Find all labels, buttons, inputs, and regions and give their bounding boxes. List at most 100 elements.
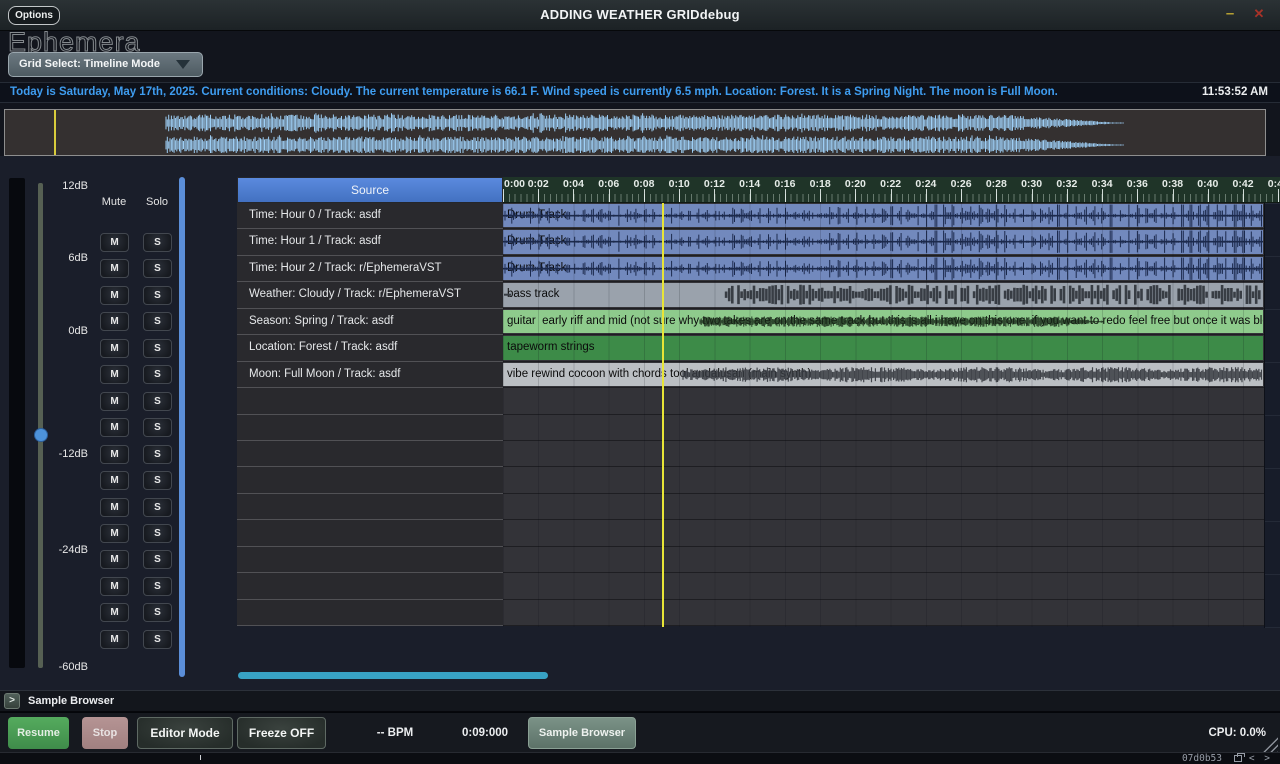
mute-button[interactable]: M [100,312,129,331]
mute-button[interactable]: M [100,630,129,649]
close-button[interactable]: ✕ [1249,3,1269,25]
ruler-major-tick [926,189,927,202]
audio-clip[interactable]: bass track [503,283,1263,306]
solo-button[interactable]: S [143,630,172,649]
solo-button[interactable]: S [143,550,172,569]
mute-button[interactable]: M [100,418,129,437]
track-name-row[interactable]: Weather: Cloudy / Track: r/EphemeraVST [237,282,503,308]
mute-button[interactable]: M [100,365,129,384]
timeline-row[interactable] [503,573,1264,599]
stop-button[interactable]: Stop [82,717,128,749]
mute-button[interactable]: M [100,286,129,305]
mute-button[interactable]: M [100,445,129,464]
track-name-row[interactable]: Time: Hour 1 / Track: asdf [237,229,503,255]
track-name-row[interactable]: Time: Hour 2 / Track: r/EphemeraVST [237,256,503,282]
clip-label: guitar early riff and mid (not sure why … [507,310,1263,333]
timeline-row[interactable]: Drum Track [503,203,1264,229]
window-restore-icon[interactable] [1234,755,1242,762]
solo-button[interactable]: S [143,233,172,252]
ruler-major-tick [961,189,962,202]
mute-button[interactable]: M [100,339,129,358]
audio-clip[interactable]: tapeworm strings [503,336,1263,359]
overview-playhead [54,110,56,155]
grid-select-dropdown[interactable]: Grid Select: Timeline Mode [8,52,203,77]
track-name-row-empty[interactable] [237,573,503,599]
track-name-row-empty[interactable] [237,467,503,493]
horizontal-scrollbar[interactable] [238,672,548,679]
track-name-row-empty[interactable] [237,547,503,573]
timeline-row[interactable] [503,600,1264,626]
solo-button[interactable]: S [143,524,172,543]
track-name-row-empty[interactable] [237,441,503,467]
audio-clip[interactable]: Drum Track [503,257,1263,280]
vertical-scrollbar[interactable] [179,177,185,677]
mute-button[interactable]: M [100,550,129,569]
track-name-row-empty[interactable] [237,600,503,626]
timeline-row[interactable]: guitar early riff and mid (not sure why … [503,309,1264,335]
ruler-time-label: 0:12 [700,178,728,190]
sample-browser-button[interactable]: Sample Browser [528,717,636,749]
audio-clip[interactable]: guitar early riff and mid (not sure why … [503,310,1263,333]
timeline-row[interactable] [503,415,1264,441]
timeline-row[interactable] [503,547,1264,573]
mute-button[interactable]: M [100,233,129,252]
waveform-graphic [503,257,1263,280]
solo-button[interactable]: S [143,286,172,305]
ruler-major-tick [1208,189,1209,202]
freeze-button[interactable]: Freeze OFF [237,717,326,749]
editor-mode-button[interactable]: Editor Mode [137,717,233,749]
expand-panel-button[interactable]: > [4,693,20,709]
mute-button[interactable]: M [100,577,129,596]
timeline-grid: 0:000:020:040:060:080:100:120:140:160:18… [503,177,1280,628]
audio-clip[interactable]: Drum Track [503,204,1263,227]
timeline-row[interactable]: vibe rewind cocoon with chords tool anda… [503,362,1264,388]
timeline-row[interactable] [503,520,1264,546]
audio-clip[interactable]: Drum Track [503,230,1263,253]
mute-button[interactable]: M [100,259,129,278]
code-brackets-icon[interactable]: < > [1249,753,1272,764]
timeline-ruler[interactable]: 0:000:020:040:060:080:100:120:140:160:18… [503,177,1280,203]
timeline-row[interactable] [503,494,1264,520]
audio-clip[interactable]: vibe rewind cocoon with chords tool anda… [503,363,1263,386]
solo-button[interactable]: S [143,312,172,331]
timeline-row[interactable] [503,388,1264,414]
mute-button[interactable]: M [100,471,129,490]
solo-button[interactable]: S [143,259,172,278]
mute-button[interactable]: M [100,603,129,622]
track-name-row-empty[interactable] [237,520,503,546]
solo-button[interactable]: S [143,498,172,517]
timeline-row[interactable]: bass track [503,282,1264,308]
timeline-row[interactable] [503,441,1264,467]
track-name-row[interactable]: Season: Spring / Track: asdf [237,309,503,335]
timeline-row[interactable] [503,467,1264,493]
volume-slider-handle[interactable] [34,428,48,442]
clip-label: Drum Track [507,230,566,253]
track-name-column: Source Time: Hour 0 / Track: asdfTime: H… [237,177,503,626]
track-name-row-empty[interactable] [237,494,503,520]
solo-button[interactable]: S [143,577,172,596]
solo-button[interactable]: S [143,471,172,490]
mute-button[interactable]: M [100,524,129,543]
solo-button[interactable]: S [143,418,172,437]
track-name-row-empty[interactable] [237,415,503,441]
mute-column-header: Mute [94,196,134,208]
overview-waveform-panel[interactable] [4,109,1266,156]
track-name-row[interactable]: Location: Forest / Track: asdf [237,335,503,361]
minimize-button[interactable]: – [1220,3,1240,25]
ruler-time-label: 0:44 [1264,178,1280,190]
solo-button[interactable]: S [143,392,172,411]
mute-button[interactable]: M [100,392,129,411]
solo-button[interactable]: S [143,339,172,358]
track-name-row[interactable]: Time: Hour 0 / Track: asdf [237,203,503,229]
timeline-row[interactable]: tapeworm strings [503,335,1264,361]
track-name-row-empty[interactable] [237,388,503,414]
mute-button[interactable]: M [100,498,129,517]
solo-button[interactable]: S [143,445,172,464]
window-title: ADDING WEATHER GRIDdebug [0,0,1280,30]
resume-button[interactable]: Resume [8,717,69,749]
timeline-row[interactable]: Drum Track [503,256,1264,282]
timeline-row[interactable]: Drum Track [503,229,1264,255]
solo-button[interactable]: S [143,365,172,384]
solo-button[interactable]: S [143,603,172,622]
track-name-row[interactable]: Moon: Full Moon / Track: asdf [237,362,503,388]
